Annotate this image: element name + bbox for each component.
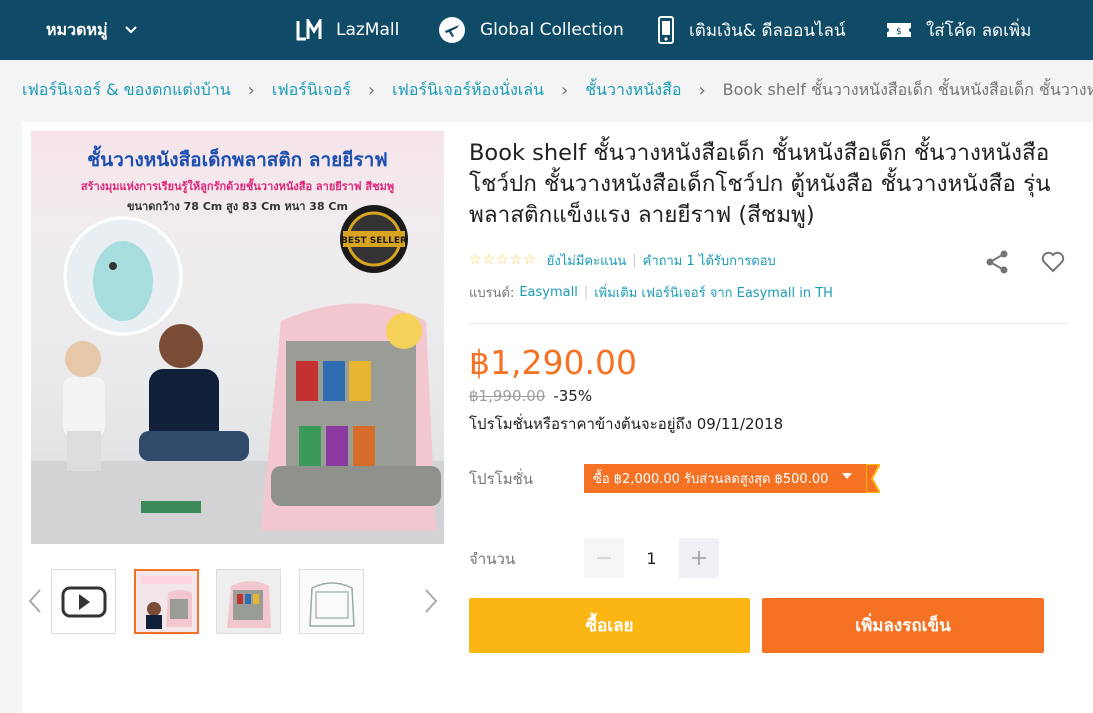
section-divider (469, 323, 1069, 324)
mobile-phone-icon (658, 16, 674, 44)
promotion-tag-body: ซื้อ ฿2,000.00 รับส่วนลดสูงสุด ฿500.00 (584, 464, 866, 493)
thumbnail-image[interactable] (299, 569, 364, 634)
breadcrumb-current: Book shelf ชั้นวางหนังสือเด็ก ชั้นหนังสื… (722, 79, 1093, 99)
thumbnail-photo (300, 570, 363, 633)
quantity-label: จำนวน (469, 550, 516, 568)
nav-item-label: เติมเงิน& ดีลออนไลน์ (689, 20, 846, 41)
nav-item-label: ใส่โค้ด ลดเพิ่ม (926, 20, 1032, 41)
arrow-left-icon[interactable] (26, 586, 46, 616)
buy-now-button[interactable]: ซื้อเลย (469, 598, 750, 653)
breadcrumb: เฟอร์นิเจอร์ & ของตกแต่งบ้าน › เฟอร์นิเจ… (22, 72, 1093, 108)
best-seller-badge-text: BEST SELLER (341, 236, 407, 246)
brand-link[interactable]: Easymall (519, 285, 578, 300)
thumbnail-video[interactable] (51, 569, 116, 634)
breadcrumb-link[interactable]: เฟอร์นิเจอร์ห้องนั่งเล่น (392, 78, 544, 103)
original-price: ฿1,990.00 (469, 387, 546, 405)
caret-down-icon (842, 473, 852, 479)
rating-stars-icon: ☆☆☆☆☆ (469, 252, 537, 268)
quantity-input[interactable]: 1 (624, 538, 679, 578)
lazmall-icon (296, 19, 322, 41)
breadcrumb-link[interactable]: เฟอร์นิเจอร์ & ของตกแต่งบ้าน (22, 78, 231, 103)
share-icon[interactable] (984, 249, 1010, 275)
nav-item-global-collection[interactable]: Global Collection (438, 0, 624, 60)
product-main-image[interactable]: ชั้นวางหนังสือเด็กพลาสติก ลายยีราฟ สร้าง… (31, 131, 444, 544)
category-menu-label: หมวดหมู่ (46, 19, 108, 39)
thumbnail-photo (217, 570, 280, 633)
breadcrumb-separator-icon: › (247, 79, 255, 101)
add-to-cart-button[interactable]: เพิ่มลงรถเข็น (762, 598, 1044, 653)
nav-item-lazmall[interactable]: LazMall (296, 0, 399, 60)
nav-item-voucher[interactable]: $ ใส่โค้ด ลดเพิ่ม (886, 0, 1031, 60)
heart-wishlist-icon[interactable] (1040, 249, 1066, 275)
divider: | (583, 284, 589, 300)
brand-label: แบรนด์: (469, 285, 515, 301)
ticket-edge-icon (866, 464, 880, 493)
qa-link[interactable]: คำถาม 1 ได้รับการตอบ (643, 250, 776, 271)
rating-link[interactable]: ยังไม่มีคะแนน (547, 250, 626, 271)
rating-row: ☆☆☆☆☆ ยังไม่มีคะแนน | คำถาม 1 ได้รับการต… (469, 249, 776, 271)
quantity-decrease-button[interactable] (584, 538, 624, 578)
thumbnail-image[interactable] (216, 569, 281, 634)
current-price: ฿1,290.00 (469, 343, 637, 382)
product-photo-illustration: BEST SELLER (31, 205, 444, 544)
play-video-icon (61, 586, 107, 618)
promo-end-date: โปรโมชั่นหรือราคาข้างต้นจะอยู่ถึง 09/11/… (469, 415, 784, 433)
thumbnail-photo (136, 571, 197, 632)
promotion-tag-text: ซื้อ ฿2,000.00 รับส่วนลดสูงสุด ฿500.00 (593, 472, 829, 487)
nav-item-topup[interactable]: เติมเงิน& ดีลออนไลน์ (657, 0, 846, 60)
divider: | (632, 252, 637, 268)
breadcrumb-separator-icon: › (698, 79, 706, 101)
original-price-row: ฿1,990.00 -35% (469, 387, 592, 405)
breadcrumb-link[interactable]: ชั้นวางหนังสือ (585, 78, 681, 103)
arrow-right-icon[interactable] (420, 586, 440, 616)
nav-item-label: LazMall (336, 20, 400, 40)
thumbnail-strip (22, 558, 444, 648)
more-from-store-link[interactable]: เพิ่มเติม เฟอร์นิเจอร์ จาก Easymall in T… (594, 282, 833, 303)
top-navigation-bar: หมวดหมู่ LazMall Global Collection เติมเ… (0, 0, 1093, 60)
quantity-increase-button[interactable] (679, 538, 719, 578)
minus-icon (597, 557, 611, 559)
discount-percent: -35% (553, 387, 593, 405)
breadcrumb-separator-icon: › (560, 79, 569, 101)
svg-text:$: $ (896, 27, 902, 37)
plus-icon (692, 551, 706, 565)
brand-row: แบรนด์: Easymall | เพิ่มเติม เฟอร์นิเจอร… (469, 281, 833, 303)
airplane-globe-icon (439, 17, 465, 43)
nav-item-label: Global Collection (480, 20, 624, 40)
breadcrumb-link[interactable]: เฟอร์นิเจอร์ (272, 78, 351, 103)
thumbnail-image[interactable] (134, 569, 199, 634)
promotion-label: โปรโมชั่น (469, 470, 534, 488)
promotion-voucher-dropdown[interactable]: ซื้อ ฿2,000.00 รับส่วนลดสูงสุด ฿500.00 (584, 464, 880, 493)
voucher-ticket-icon: $ (887, 23, 911, 37)
product-title: Book shelf ชั้นวางหนังสือเด็ก ชั้นหนังสื… (469, 140, 1051, 228)
chevron-down-icon (124, 26, 137, 34)
category-menu[interactable]: หมวดหมู่ (46, 0, 138, 60)
breadcrumb-separator-icon: › (367, 79, 376, 101)
